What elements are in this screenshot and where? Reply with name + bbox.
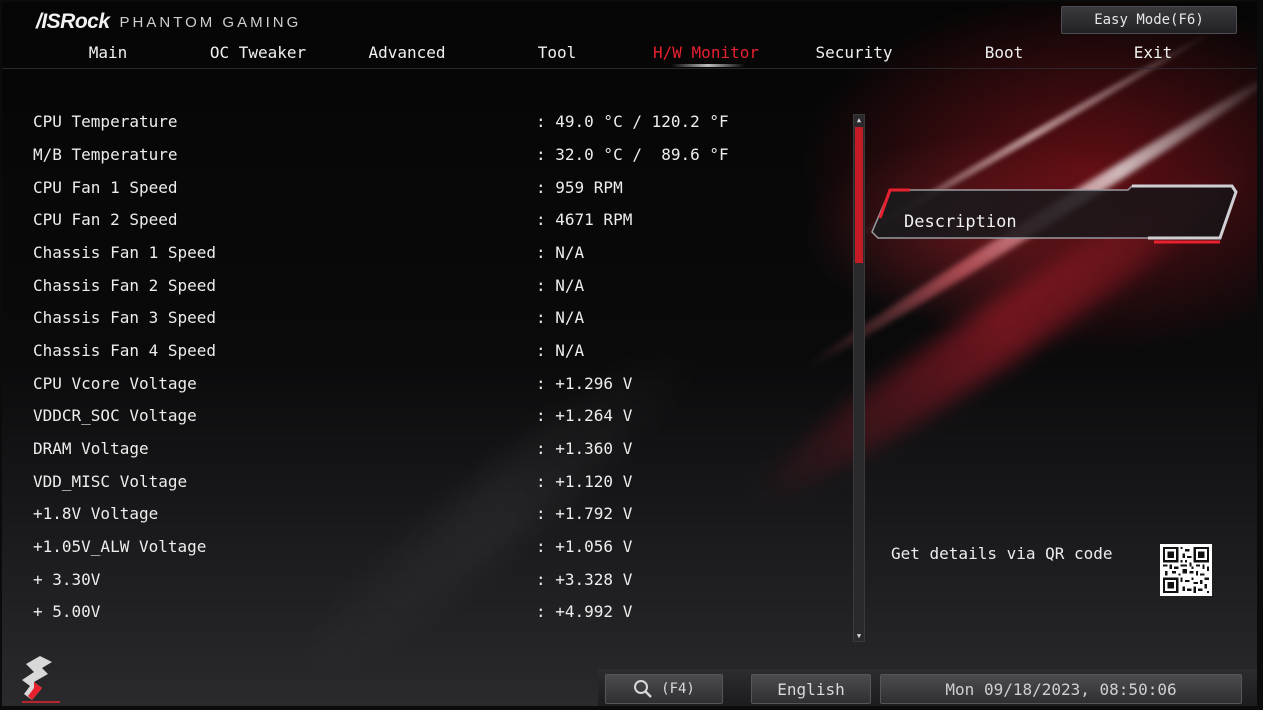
datetime-display: Mon 09/18/2023, 08:50:06 bbox=[880, 674, 1242, 704]
main-nav: Main OC Tweaker Advanced Tool H/W Monito… bbox=[2, 38, 1257, 66]
brand-subtitle: PHANTOM GAMING bbox=[119, 13, 302, 31]
tab-tool[interactable]: Tool bbox=[487, 38, 627, 66]
item-label: Chassis Fan 4 Speed bbox=[33, 340, 217, 360]
item-value: : +1.264 V bbox=[536, 405, 633, 425]
list-item[interactable]: M/B Temperature : 32.0 °C / 89.6 °F bbox=[33, 139, 813, 169]
tab-main[interactable]: Main bbox=[38, 38, 178, 66]
search-shortcut: (F4) bbox=[661, 681, 695, 697]
item-label: VDD_MISC Voltage bbox=[33, 471, 188, 491]
qr-caption: Get details via QR code bbox=[891, 544, 1113, 563]
list-item[interactable]: CPU Temperature : 49.0 °C / 120.2 °F bbox=[33, 106, 813, 136]
item-value: : +1.296 V bbox=[536, 373, 633, 393]
item-label: CPU Fan 1 Speed bbox=[33, 177, 178, 197]
item-label: VDDCR_SOC Voltage bbox=[33, 405, 197, 425]
item-value: : 4671 RPM bbox=[536, 209, 633, 229]
active-tab-indicator bbox=[671, 64, 745, 67]
nav-divider bbox=[2, 68, 1257, 69]
item-value: : N/A bbox=[536, 307, 585, 327]
tab-advanced[interactable]: Advanced bbox=[337, 38, 477, 66]
item-label: CPU Temperature bbox=[33, 111, 178, 131]
list-item[interactable]: Chassis Fan 1 Speed : N/A bbox=[33, 237, 813, 267]
scroll-thumb[interactable] bbox=[855, 127, 863, 263]
item-label: + 5.00V bbox=[33, 601, 101, 621]
brand-name: /ISRock bbox=[36, 10, 110, 33]
search-icon bbox=[634, 680, 652, 698]
item-label: +1.8V Voltage bbox=[33, 503, 159, 523]
list-item[interactable]: DRAM Voltage : +1.360 V bbox=[33, 433, 813, 463]
item-label: M/B Temperature bbox=[33, 144, 178, 164]
list-item[interactable]: Chassis Fan 2 Speed : N/A bbox=[33, 270, 813, 300]
tab-oc-tweaker[interactable]: OC Tweaker bbox=[188, 38, 328, 66]
qr-code-icon bbox=[1160, 544, 1212, 596]
scroll-up-icon[interactable]: ▲ bbox=[854, 115, 864, 125]
item-label: CPU Vcore Voltage bbox=[33, 373, 197, 393]
item-value: : +1.056 V bbox=[536, 536, 633, 556]
list-item[interactable]: CPU Fan 2 Speed : 4671 RPM bbox=[33, 204, 813, 234]
description-title: Description bbox=[904, 212, 1017, 232]
list-item[interactable]: +1.05V_ALW Voltage : +1.056 V bbox=[33, 531, 813, 561]
item-value: : +1.120 V bbox=[536, 471, 633, 491]
list-item[interactable]: VDDCR_SOC Voltage : +1.264 V bbox=[33, 400, 813, 430]
item-value: : +4.992 V bbox=[536, 601, 633, 621]
list-item[interactable]: + 3.30V : +3.328 V bbox=[33, 564, 813, 594]
tab-exit[interactable]: Exit bbox=[1083, 38, 1223, 66]
item-label: DRAM Voltage bbox=[33, 438, 149, 458]
phantom-gaming-logo-icon bbox=[22, 656, 60, 703]
item-value: : N/A bbox=[536, 242, 585, 262]
list-item[interactable]: CPU Vcore Voltage : +1.296 V bbox=[33, 368, 813, 398]
item-value: : +1.792 V bbox=[536, 503, 633, 523]
item-value: : 959 RPM bbox=[536, 177, 623, 197]
search-button[interactable]: (F4) bbox=[605, 674, 723, 704]
item-label: +1.05V_ALW Voltage bbox=[33, 536, 207, 556]
scroll-down-icon[interactable]: ▼ bbox=[854, 631, 864, 641]
list-item[interactable]: + 5.00V : +4.992 V bbox=[33, 596, 813, 626]
item-value: : 49.0 °C / 120.2 °F bbox=[536, 111, 729, 131]
language-button[interactable]: English bbox=[751, 674, 871, 704]
list-item[interactable]: +1.8V Voltage : +1.792 V bbox=[33, 498, 813, 528]
list-item[interactable]: Chassis Fan 3 Speed : N/A bbox=[33, 302, 813, 332]
item-value: : N/A bbox=[536, 275, 585, 295]
item-label: Chassis Fan 2 Speed bbox=[33, 275, 217, 295]
list-scrollbar[interactable]: ▲ ▼ bbox=[853, 114, 865, 642]
item-value: : N/A bbox=[536, 340, 585, 360]
tab-boot[interactable]: Boot bbox=[934, 38, 1074, 66]
item-value: : 32.0 °C / 89.6 °F bbox=[536, 144, 729, 164]
item-value: : +3.328 V bbox=[536, 569, 633, 589]
item-label: CPU Fan 2 Speed bbox=[33, 209, 178, 229]
item-value: : +1.360 V bbox=[536, 438, 633, 458]
tab-security[interactable]: Security bbox=[784, 38, 924, 66]
list-item[interactable]: CPU Fan 1 Speed : 959 RPM bbox=[33, 172, 813, 202]
item-label: + 3.30V bbox=[33, 569, 101, 589]
item-label: Chassis Fan 1 Speed bbox=[33, 242, 217, 262]
list-item[interactable]: Chassis Fan 4 Speed : N/A bbox=[33, 335, 813, 365]
bios-screen: /ISRock PHANTOM GAMING Easy Mode(F6) Mai… bbox=[2, 2, 1257, 706]
brand-logo: /ISRock PHANTOM GAMING bbox=[36, 10, 301, 34]
list-item[interactable]: VDD_MISC Voltage : +1.120 V bbox=[33, 466, 813, 496]
easy-mode-button[interactable]: Easy Mode(F6) bbox=[1061, 6, 1237, 34]
tab-hw-monitor[interactable]: H/W Monitor bbox=[636, 38, 776, 66]
item-label: Chassis Fan 3 Speed bbox=[33, 307, 217, 327]
